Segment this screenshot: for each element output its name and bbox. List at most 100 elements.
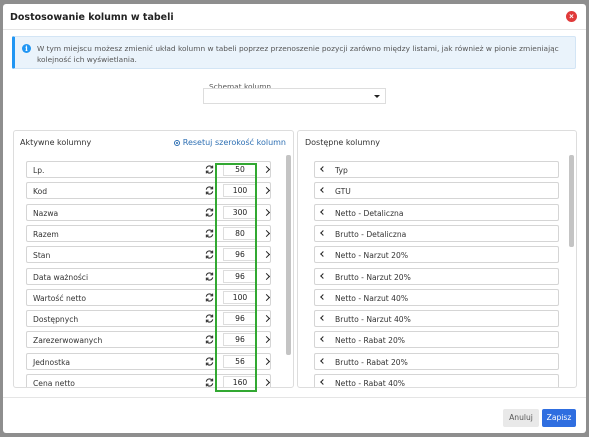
column-settings-modal: Dostosowanie kolumn w tabeli × i W tym m… [3, 4, 586, 433]
column-width-input[interactable] [223, 205, 257, 219]
refresh-icon[interactable] [204, 228, 215, 239]
chevron-left-icon[interactable] [320, 315, 326, 321]
available-column-row[interactable]: Netto - Narzut 40% [314, 288, 559, 306]
available-column-row[interactable]: Netto - Detaliczna [314, 203, 559, 221]
refresh-icon[interactable] [204, 334, 215, 345]
column-width-input[interactable] [223, 163, 257, 176]
available-column-row[interactable]: Typ [314, 161, 559, 178]
available-column-label: Brutto - Rabat 20% [335, 357, 408, 367]
column-width-input[interactable] [223, 226, 257, 240]
active-column-row[interactable]: Kod [26, 182, 271, 200]
available-column-row[interactable]: Brutto - Narzut 40% [314, 310, 559, 328]
chevron-right-icon[interactable] [263, 355, 271, 368]
reset-widths-link[interactable]: Resetuj szerokość kolumn [173, 138, 286, 147]
chevron-left-icon[interactable] [320, 230, 326, 236]
active-column-label: Cena netto [33, 379, 75, 388]
active-column-row[interactable]: Wartość netto [26, 288, 271, 306]
available-column-label: Brutto - Detaliczna [335, 229, 407, 239]
available-column-row[interactable]: Netto - Rabat 20% [314, 331, 559, 349]
reset-widths-label: Resetuj szerokość kolumn [182, 138, 286, 147]
chevron-left-icon[interactable] [320, 187, 326, 194]
column-width-input[interactable] [223, 269, 257, 283]
available-column-label: Brutto - Narzut 20% [335, 272, 411, 282]
available-column-row[interactable]: Brutto - Narzut 20% [314, 267, 559, 285]
active-columns-title: Aktywne kolumny [20, 138, 92, 147]
available-scroll-thumb[interactable] [569, 155, 574, 247]
save-button[interactable]: Zapisz [542, 409, 576, 427]
close-button[interactable]: × [566, 11, 577, 22]
active-column-row[interactable]: Lp. [26, 161, 271, 178]
active-column-label: Razem [33, 229, 59, 239]
close-icon: × [569, 12, 574, 21]
refresh-icon[interactable] [204, 249, 215, 260]
available-column-label: Netto - Narzut 40% [335, 293, 409, 303]
column-width-input[interactable] [223, 354, 257, 368]
available-column-label: Netto - Rabat 40% [335, 379, 406, 388]
chevron-right-icon[interactable] [263, 376, 271, 387]
available-column-row[interactable]: Netto - Narzut 20% [314, 246, 559, 264]
available-column-label: Netto - Narzut 20% [335, 251, 409, 261]
active-column-row[interactable]: Dostępnych [26, 310, 271, 328]
available-columns-title: Dostępne kolumny [305, 138, 381, 147]
column-width-input[interactable] [223, 312, 257, 326]
chevron-left-icon[interactable] [320, 251, 326, 258]
chevron-left-icon[interactable] [320, 208, 326, 215]
chevron-right-icon[interactable] [263, 206, 271, 219]
active-column-row[interactable]: Cena netto [26, 374, 271, 388]
active-column-row[interactable]: Jednostka [26, 352, 271, 370]
column-width-input[interactable] [223, 290, 257, 304]
active-columns-header: Aktywne kolumny Resetuj szerokość kolumn [14, 131, 293, 153]
available-column-row[interactable]: GTU [314, 182, 559, 200]
refresh-icon[interactable] [204, 271, 215, 282]
chevron-right-icon[interactable] [263, 333, 271, 346]
eye-icon [173, 140, 180, 146]
chevron-left-icon[interactable] [320, 272, 326, 279]
chevron-left-icon[interactable] [320, 166, 326, 172]
refresh-icon[interactable] [204, 356, 215, 367]
active-column-row[interactable]: Zarezerwowanych [26, 331, 271, 349]
active-scrollbar[interactable] [286, 155, 291, 387]
chevron-right-icon[interactable] [263, 227, 271, 240]
refresh-icon[interactable] [204, 164, 215, 175]
chevron-left-icon[interactable] [320, 336, 326, 343]
refresh-icon[interactable] [204, 207, 215, 218]
active-column-label: Nazwa [33, 208, 59, 218]
column-width-input[interactable] [223, 333, 257, 347]
chevron-right-icon[interactable] [263, 270, 271, 283]
modal-footer: Anuluj Zapisz [3, 397, 586, 433]
active-column-row[interactable]: Stan [26, 246, 271, 264]
schema-select[interactable] [203, 88, 386, 104]
active-column-label: Zarezerwowanych [33, 336, 103, 346]
available-column-label: GTU [335, 187, 351, 197]
chevron-right-icon[interactable] [263, 163, 271, 176]
column-width-input[interactable] [223, 248, 257, 262]
available-column-row[interactable]: Brutto - Rabat 20% [314, 352, 559, 370]
info-text: W tym miejscu możesz zmienić układ kolum… [37, 44, 559, 64]
chevron-left-icon[interactable] [320, 357, 326, 364]
active-column-row[interactable]: Nazwa [26, 203, 271, 221]
available-column-row[interactable]: Netto - Rabat 40% [314, 374, 559, 388]
refresh-icon[interactable] [204, 185, 215, 196]
chevron-right-icon[interactable] [263, 291, 271, 304]
chevron-right-icon[interactable] [263, 312, 271, 325]
column-width-input[interactable] [223, 376, 257, 387]
available-column-label: Netto - Rabat 20% [335, 336, 406, 346]
available-column-row[interactable]: Brutto - Detaliczna [314, 224, 559, 242]
refresh-icon[interactable] [204, 377, 215, 387]
active-column-row[interactable]: Razem [26, 224, 271, 242]
active-columns-panel: Aktywne kolumny Resetuj szerokość kolumn… [13, 130, 294, 388]
active-column-row[interactable]: Data ważności [26, 267, 271, 285]
chevron-left-icon[interactable] [320, 293, 326, 300]
cancel-button[interactable]: Anuluj [503, 409, 539, 427]
active-scroll-thumb[interactable] [286, 155, 291, 355]
refresh-icon[interactable] [204, 313, 215, 324]
chevron-right-icon[interactable] [263, 248, 271, 261]
column-width-input[interactable] [223, 184, 257, 198]
refresh-icon[interactable] [204, 292, 215, 303]
active-column-label: Data ważności [33, 272, 89, 282]
caret-down-icon [374, 95, 380, 98]
available-scrollbar[interactable] [569, 155, 574, 387]
chevron-left-icon[interactable] [320, 379, 326, 385]
chevron-right-icon[interactable] [263, 184, 271, 197]
available-column-label: Typ [335, 166, 348, 175]
